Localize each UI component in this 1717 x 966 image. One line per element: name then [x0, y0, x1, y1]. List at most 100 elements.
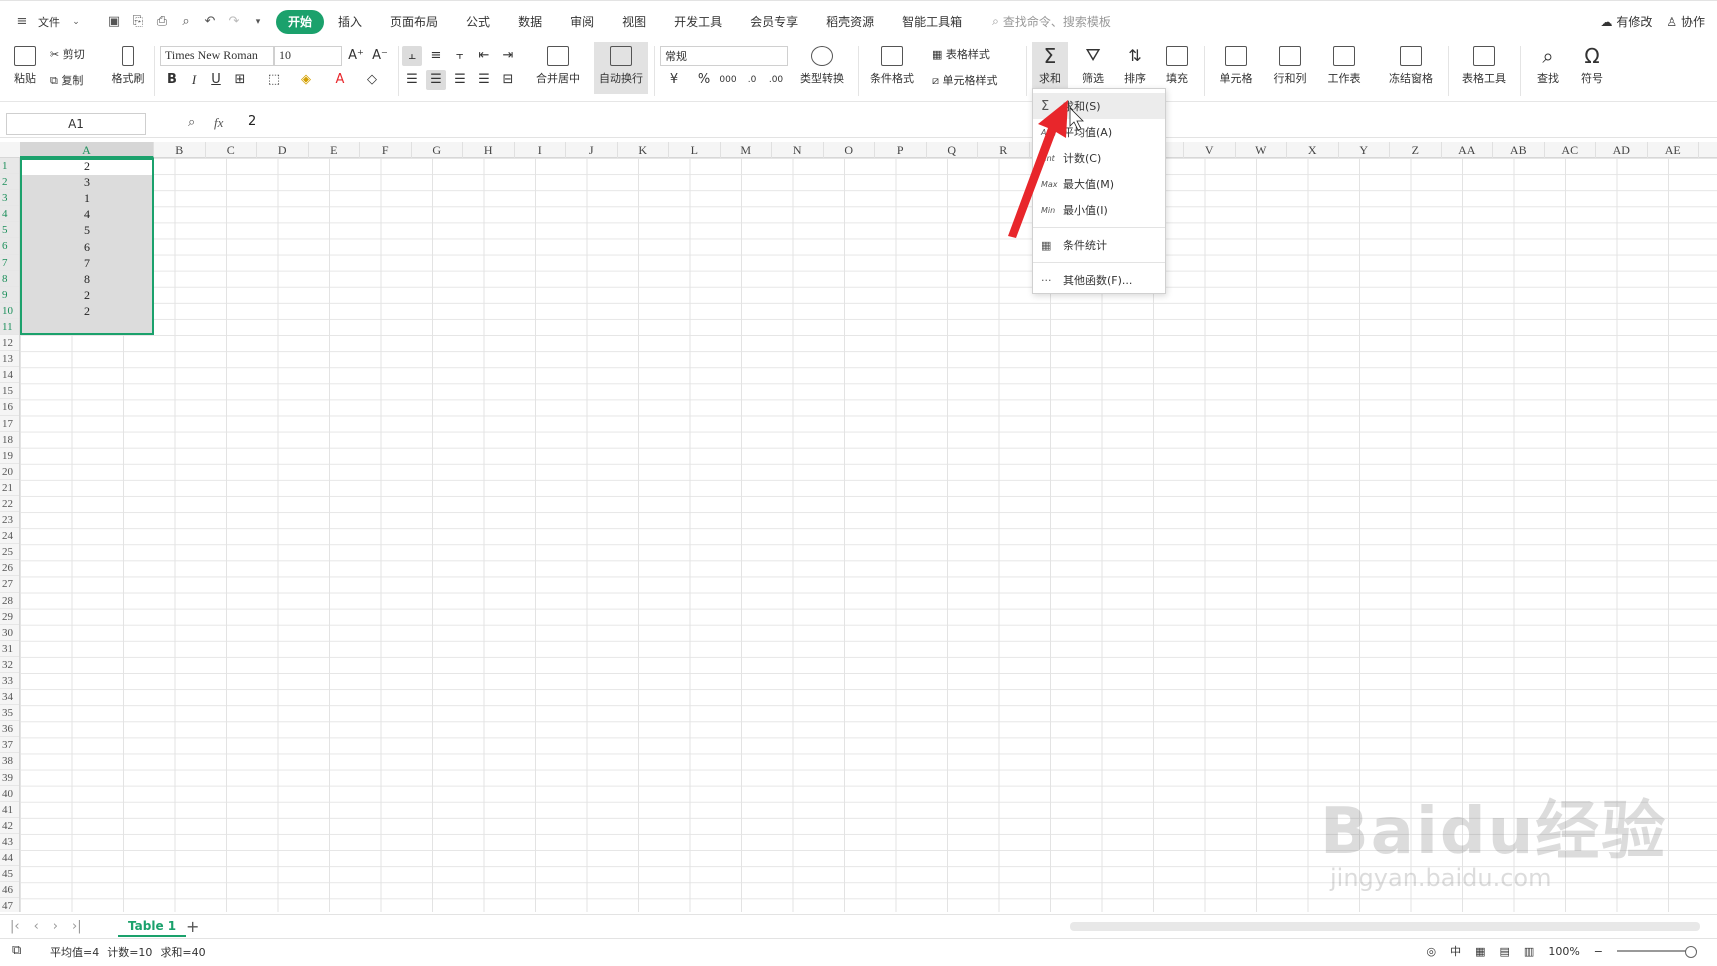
merge-center-button[interactable]: 合并居中: [528, 46, 588, 86]
row-header-23[interactable]: 23: [0, 512, 19, 529]
row-header-34[interactable]: 34: [0, 689, 19, 706]
row-header-6[interactable]: 6: [0, 238, 19, 255]
menu-item-cond-stats[interactable]: ▦ 条件统计: [1033, 232, 1165, 258]
quick-access-more-icon[interactable]: ▾: [250, 14, 266, 30]
row-header-41[interactable]: 41: [0, 802, 19, 818]
formula-input[interactable]: 2: [248, 114, 256, 129]
export-icon[interactable]: ⎘: [130, 14, 146, 30]
horizontal-scrollbar[interactable]: [1070, 922, 1700, 931]
increase-decimal-icon[interactable]: .0: [742, 70, 762, 90]
distribute-icon[interactable]: ⊟: [498, 70, 518, 90]
cell-a10[interactable]: 2: [20, 303, 154, 319]
row-header-14[interactable]: 14: [0, 367, 19, 384]
next-sheet-icon[interactable]: ›: [53, 919, 58, 934]
zoom-formula-icon[interactable]: ⌕: [188, 115, 195, 130]
row-header-18[interactable]: 18: [0, 432, 19, 448]
file-menu[interactable]: ≡ 文件 ⌄: [10, 14, 88, 30]
count-stat[interactable]: 计数=10: [107, 944, 152, 960]
row-header-3[interactable]: 3: [0, 190, 19, 207]
outdent-icon[interactable]: ⇤: [474, 46, 494, 66]
row-header-31[interactable]: 31: [0, 641, 19, 657]
column-header-d[interactable]: D: [257, 142, 309, 158]
column-header-c[interactable]: C: [206, 142, 257, 158]
row-header-28[interactable]: 28: [0, 593, 19, 609]
fill-button[interactable]: 填充: [1158, 46, 1196, 86]
font-name-select[interactable]: Times New Roman: [160, 46, 274, 66]
column-header-y[interactable]: Y: [1339, 142, 1390, 158]
column-header-i[interactable]: I: [515, 142, 566, 158]
menu-item-sum[interactable]: Σ 求和(S): [1033, 93, 1165, 119]
save-icon[interactable]: ▣: [106, 14, 122, 30]
table-tools-button[interactable]: 表格工具: [1456, 46, 1512, 86]
freeze-button[interactable]: 冻结窗格: [1382, 46, 1440, 86]
column-header-v[interactable]: V: [1184, 142, 1236, 158]
redo-icon[interactable]: ↷: [226, 14, 242, 30]
command-search[interactable]: ⌕ 查找命令、搜索模板: [992, 13, 1111, 30]
column-header-g[interactable]: G: [412, 142, 463, 158]
column-header-ae[interactable]: AE: [1648, 142, 1699, 158]
align-middle-icon[interactable]: ≡: [426, 46, 446, 66]
menu-item-count[interactable]: Cnt 计数(C): [1033, 145, 1165, 171]
row-header-8[interactable]: 8: [0, 270, 19, 287]
cond-format-button[interactable]: 条件格式: [864, 46, 920, 86]
column-header-a[interactable]: A: [20, 142, 154, 158]
row-header-26[interactable]: 26: [0, 560, 19, 577]
menu-item-average[interactable]: Avg 平均值(A): [1033, 119, 1165, 145]
cell-a3[interactable]: 1: [20, 190, 154, 206]
column-header-k[interactable]: K: [618, 142, 669, 158]
row-header-15[interactable]: 15: [0, 383, 19, 400]
column-header-b[interactable]: B: [154, 142, 206, 158]
fill-pattern-icon[interactable]: ⬚: [264, 70, 284, 90]
cell-a6[interactable]: 6: [20, 239, 154, 255]
tab-view[interactable]: 视图: [608, 10, 660, 34]
wrap-text-button[interactable]: 自动换行: [594, 42, 648, 94]
zoom-slider[interactable]: [1617, 946, 1697, 958]
row-header-47[interactable]: 47: [0, 898, 19, 912]
currency-icon[interactable]: ¥: [664, 70, 684, 90]
align-top-icon[interactable]: ⫠: [402, 46, 422, 66]
column-header-o[interactable]: O: [824, 142, 875, 158]
column-header-l[interactable]: L: [669, 142, 721, 158]
row-header-37[interactable]: 37: [0, 737, 19, 754]
cut-button[interactable]: ✂ 剪切: [50, 46, 85, 62]
row-header-12[interactable]: 12: [0, 335, 19, 352]
row-header-29[interactable]: 29: [0, 609, 19, 625]
row-header-19[interactable]: 19: [0, 448, 19, 464]
increase-font-icon[interactable]: A⁺: [346, 46, 366, 66]
column-header-q[interactable]: Q: [927, 142, 978, 158]
column-header-r[interactable]: R: [978, 142, 1030, 158]
align-bottom-icon[interactable]: ⫟: [450, 46, 470, 66]
row-header-16[interactable]: 16: [0, 399, 19, 416]
paste-button[interactable]: 粘贴: [8, 46, 42, 86]
column-header-p[interactable]: P: [875, 142, 927, 158]
row-header-40[interactable]: 40: [0, 786, 19, 802]
page-break-view-icon[interactable]: ▥: [1524, 945, 1534, 958]
undo-icon[interactable]: ↶: [202, 14, 218, 30]
copy-button[interactable]: ⧉ 复制: [50, 72, 83, 88]
underline-icon[interactable]: U: [206, 70, 226, 90]
row-header-1[interactable]: 1: [0, 158, 19, 175]
row-header-35[interactable]: 35: [0, 705, 19, 722]
decrease-font-icon[interactable]: A⁻: [370, 46, 390, 66]
cell-a1[interactable]: 2: [20, 158, 154, 174]
italic-icon[interactable]: I: [184, 70, 204, 90]
align-right-icon[interactable]: ☰: [450, 70, 470, 90]
column-header-ab[interactable]: AB: [1493, 142, 1545, 158]
row-header-20[interactable]: 20: [0, 464, 19, 480]
zoom-out-icon[interactable]: −: [1594, 945, 1603, 958]
column-header-f[interactable]: F: [360, 142, 412, 158]
align-center-icon[interactable]: ☰: [426, 70, 446, 90]
row-header-42[interactable]: 42: [0, 818, 19, 834]
print-preview-icon[interactable]: ⌕: [178, 14, 194, 30]
tab-page-layout[interactable]: 页面布局: [376, 10, 452, 34]
sum-button[interactable]: Σ 求和: [1032, 42, 1068, 94]
row-header-46[interactable]: 46: [0, 882, 19, 899]
row-header-9[interactable]: 9: [0, 286, 19, 303]
cell-a5[interactable]: 5: [20, 222, 154, 238]
menu-item-min[interactable]: Min 最小值(I): [1033, 197, 1165, 223]
clear-icon[interactable]: ◇: [362, 70, 382, 90]
row-header-13[interactable]: 13: [0, 351, 19, 368]
row-header-2[interactable]: 2: [0, 174, 19, 191]
font-size-select[interactable]: 10: [274, 46, 342, 66]
justify-icon[interactable]: ☰: [474, 70, 494, 90]
